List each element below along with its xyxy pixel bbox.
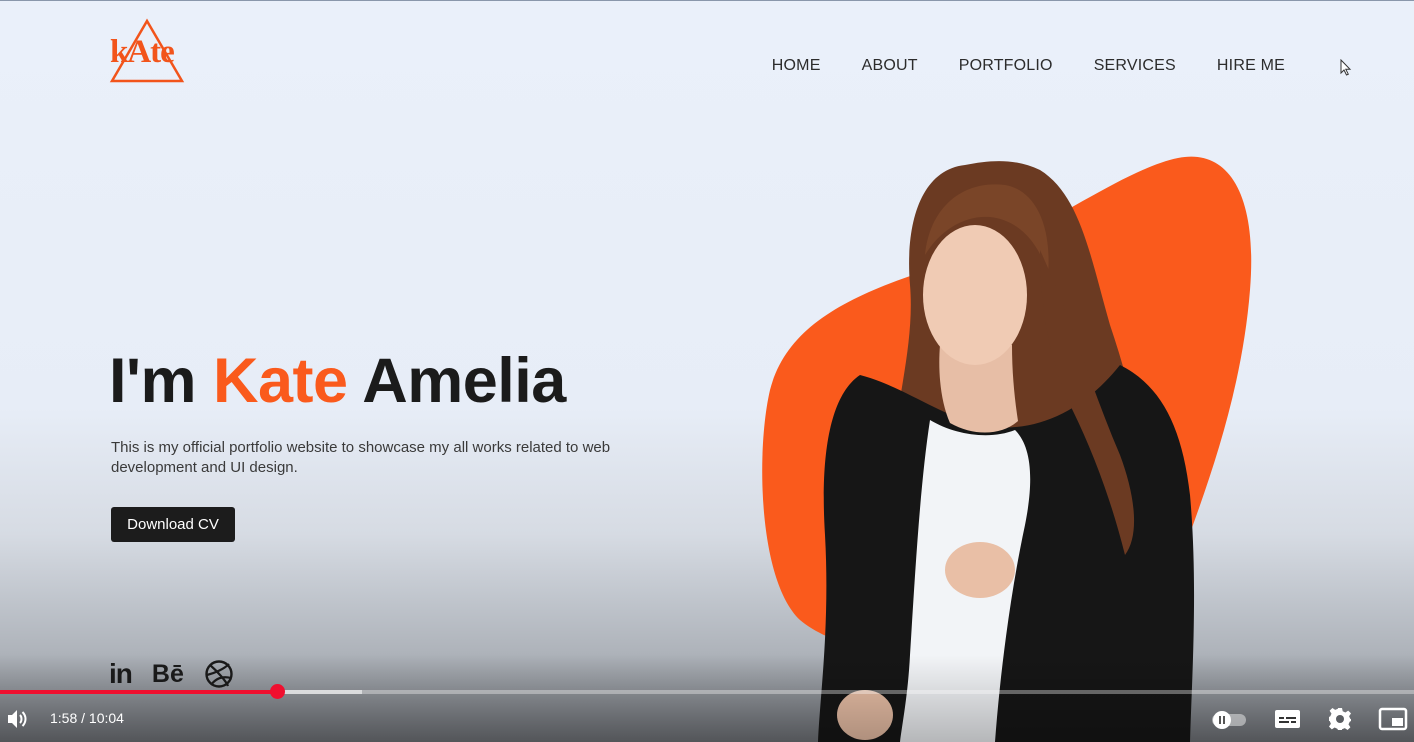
hero-title-name: Kate [213, 346, 348, 416]
nav-hire-me[interactable]: HIRE ME [1217, 57, 1285, 75]
settings-gear-icon[interactable] [1328, 707, 1352, 731]
hero-title-suffix: Amelia [347, 346, 566, 416]
download-cv-button[interactable]: Download CV [111, 507, 235, 542]
nav-about[interactable]: ABOUT [862, 57, 918, 75]
autoplay-toggle-icon[interactable] [1210, 710, 1248, 730]
progress-played [0, 690, 277, 694]
hero-description: This is my official portfolio website to… [111, 439, 611, 476]
nav-services[interactable]: SERVICES [1094, 57, 1176, 75]
portrait-photo [818, 161, 1195, 742]
volume-icon[interactable] [6, 708, 30, 730]
main-nav: HOME ABOUT PORTFOLIO SERVICES HIRE ME [772, 57, 1285, 75]
site-logo[interactable]: kAte [108, 18, 198, 88]
logo-text: kAte [110, 34, 175, 70]
hero-title-prefix: I'm [109, 346, 214, 416]
nav-home[interactable]: HOME [772, 57, 821, 75]
progress-scrubber-handle[interactable] [270, 684, 285, 699]
subtitles-icon[interactable] [1274, 708, 1301, 730]
nav-portfolio[interactable]: PORTFOLIO [959, 57, 1053, 75]
miniplayer-icon[interactable] [1378, 707, 1408, 731]
top-border [0, 0, 1414, 1]
mouse-cursor-icon [1340, 59, 1352, 76]
hero-heading: I'm Kate Amelia [109, 345, 566, 417]
time-display: 1:58 / 10:04 [50, 710, 124, 726]
player-controls-shade [0, 655, 1414, 742]
